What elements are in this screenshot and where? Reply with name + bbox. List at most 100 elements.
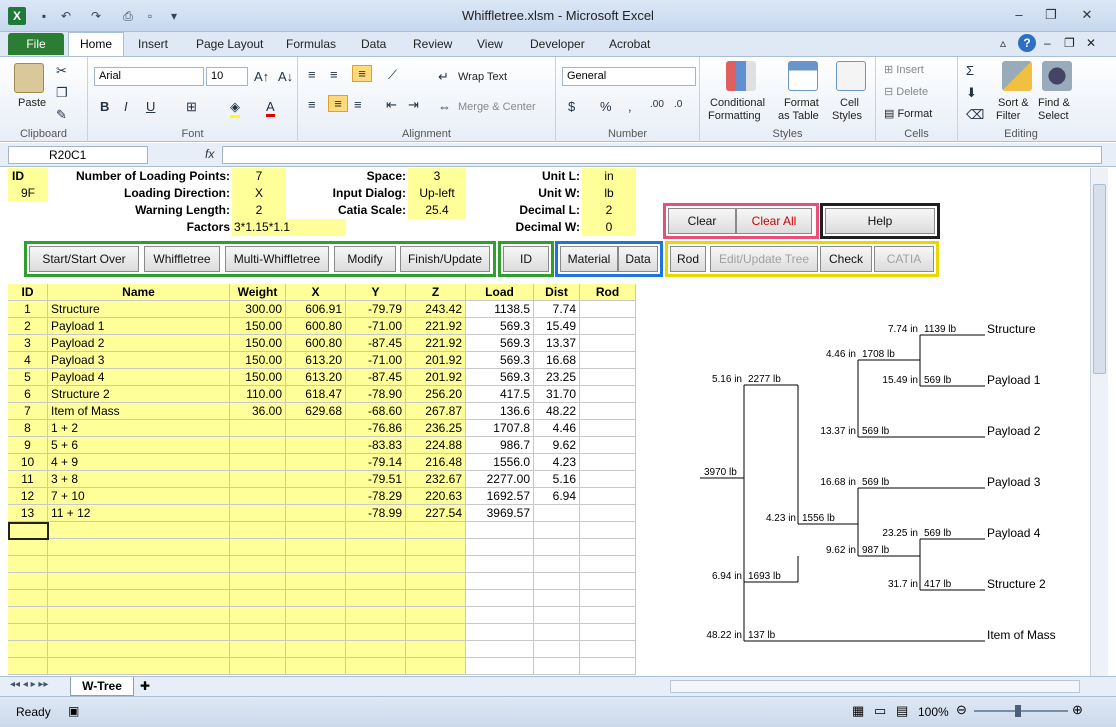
doc-close-icon[interactable]: ✕	[1086, 36, 1096, 50]
table-cell[interactable]: 629.68	[286, 403, 346, 420]
table-cell[interactable]: 150.00	[230, 318, 286, 335]
table-cell[interactable]: 110.00	[230, 386, 286, 403]
table-cell[interactable]: 600.80	[286, 318, 346, 335]
table-cell[interactable]: 3 + 8	[48, 471, 230, 488]
fill-color-icon[interactable]: ◈	[230, 99, 240, 118]
table-cell[interactable]	[580, 318, 636, 335]
factors-value[interactable]: 3*1.15*1.1	[232, 219, 346, 236]
catia-scale-value[interactable]: 25.4	[408, 202, 466, 219]
check-button[interactable]: Check	[820, 246, 872, 272]
format-as-table-label-2[interactable]: as Table	[778, 110, 819, 122]
sheet-tab-w-tree[interactable]: W-Tree	[70, 677, 134, 696]
table-cell[interactable]: 4.23	[534, 454, 580, 471]
table-cell[interactable]	[534, 505, 580, 522]
empty-cell[interactable]	[230, 573, 286, 590]
empty-cell[interactable]	[346, 556, 406, 573]
table-cell[interactable]: 569.3	[466, 318, 534, 335]
empty-cell[interactable]	[230, 539, 286, 556]
macro-record-icon[interactable]: ▣	[68, 704, 79, 718]
table-cell[interactable]	[286, 488, 346, 505]
table-cell[interactable]: 613.20	[286, 352, 346, 369]
table-cell[interactable]: -68.60	[346, 403, 406, 420]
table-cell[interactable]: 5.16	[534, 471, 580, 488]
table-cell[interactable]: 2277.00	[466, 471, 534, 488]
zoom-slider[interactable]	[974, 710, 1068, 712]
table-cell[interactable]: -78.90	[346, 386, 406, 403]
empty-cell[interactable]	[406, 607, 466, 624]
table-cell[interactable]: 150.00	[230, 335, 286, 352]
sheet-nav-icon[interactable]: ◂◂ ◂ ▸ ▸▸	[10, 679, 48, 690]
empty-cell[interactable]	[346, 539, 406, 556]
page-break-view-icon[interactable]: ▤	[896, 703, 908, 719]
table-cell[interactable]: -87.45	[346, 369, 406, 386]
table-cell[interactable]	[580, 437, 636, 454]
empty-cell[interactable]	[230, 607, 286, 624]
rod-button[interactable]: Rod	[670, 246, 706, 272]
empty-cell[interactable]	[534, 607, 580, 624]
warn-len-value[interactable]: 2	[232, 202, 286, 219]
empty-cell[interactable]	[286, 607, 346, 624]
empty-cell[interactable]	[580, 522, 636, 539]
format-painter-icon[interactable]: ✎	[56, 107, 67, 123]
tab-page-layout[interactable]: Page Layout	[196, 37, 263, 51]
format-cells-button[interactable]: ▤ Format	[884, 107, 932, 120]
empty-cell[interactable]	[230, 556, 286, 573]
table-cell[interactable]: 10	[8, 454, 48, 471]
table-cell[interactable]: 216.48	[406, 454, 466, 471]
bold-button[interactable]: B	[100, 99, 109, 114]
table-cell[interactable]: -76.86	[346, 420, 406, 437]
empty-cell[interactable]	[346, 607, 406, 624]
num-points-value[interactable]: 7	[232, 168, 286, 185]
tab-view[interactable]: View	[477, 37, 503, 51]
table-cell[interactable]: -79.51	[346, 471, 406, 488]
table-cell[interactable]: 600.80	[286, 335, 346, 352]
id-button[interactable]: ID	[503, 246, 549, 272]
table-cell[interactable]: 4 + 9	[48, 454, 230, 471]
empty-cell[interactable]	[48, 556, 230, 573]
vertical-scrollbar[interactable]	[1090, 168, 1108, 676]
table-cell[interactable]: -87.45	[346, 335, 406, 352]
empty-cell[interactable]	[466, 658, 534, 675]
align-bottom-icon[interactable]: ≡	[352, 65, 372, 82]
empty-cell[interactable]	[286, 556, 346, 573]
table-cell[interactable]: 613.20	[286, 369, 346, 386]
horizontal-scrollbar[interactable]	[670, 680, 1080, 693]
sort-filter-label-2[interactable]: Filter	[996, 110, 1020, 122]
table-cell[interactable]: 986.7	[466, 437, 534, 454]
empty-cell[interactable]	[48, 539, 230, 556]
table-cell[interactable]: 9	[8, 437, 48, 454]
clear-icon[interactable]: ⌫	[966, 107, 984, 123]
table-cell[interactable]: -79.14	[346, 454, 406, 471]
table-cell[interactable]: 1692.57	[466, 488, 534, 505]
table-cell[interactable]: 1	[8, 301, 48, 318]
conditional-formatting-label-2[interactable]: Formatting	[708, 110, 761, 122]
table-cell[interactable]: 232.67	[406, 471, 466, 488]
table-cell[interactable]: 201.92	[406, 369, 466, 386]
table-cell[interactable]: 606.91	[286, 301, 346, 318]
help-icon[interactable]: ?	[1018, 34, 1036, 52]
table-cell[interactable]: 11	[8, 471, 48, 488]
decrease-indent-icon[interactable]: ⇤	[386, 97, 397, 113]
empty-cell[interactable]	[286, 624, 346, 641]
sort-filter-icon[interactable]	[1002, 61, 1032, 91]
font-color-icon[interactable]: A	[266, 99, 275, 117]
empty-cell[interactable]	[580, 624, 636, 641]
shrink-font-icon[interactable]: A↓	[278, 69, 293, 84]
table-cell[interactable]: 7	[8, 403, 48, 420]
table-cell[interactable]	[230, 454, 286, 471]
table-cell[interactable]: 201.92	[406, 352, 466, 369]
clear-button[interactable]: Clear	[668, 208, 736, 234]
table-header-rod[interactable]: Rod	[580, 284, 636, 301]
wrap-text-icon[interactable]: ↵	[438, 69, 449, 85]
empty-cell[interactable]	[48, 607, 230, 624]
unit-l-value[interactable]: in	[582, 168, 636, 185]
table-cell[interactable]: 23.25	[534, 369, 580, 386]
empty-cell[interactable]	[48, 624, 230, 641]
table-cell[interactable]: 12	[8, 488, 48, 505]
empty-cell[interactable]	[230, 658, 286, 675]
minimize-icon[interactable]: –	[1004, 6, 1034, 24]
table-cell[interactable]	[286, 454, 346, 471]
table-cell[interactable]: 5 + 6	[48, 437, 230, 454]
table-cell[interactable]: 300.00	[230, 301, 286, 318]
empty-cell[interactable]	[534, 573, 580, 590]
